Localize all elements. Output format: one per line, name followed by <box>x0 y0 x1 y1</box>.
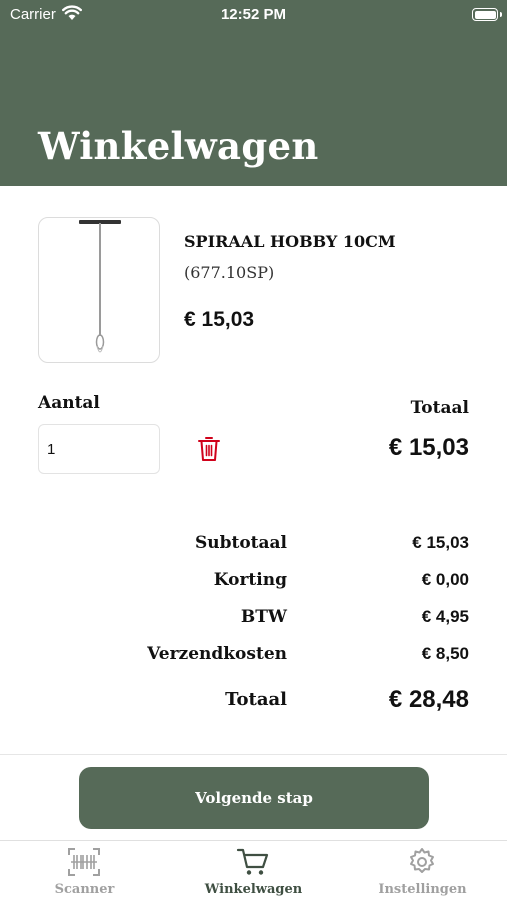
product-name: SPIRAAL HOBBY 10CM <box>184 232 396 251</box>
product-price: € 15,03 <box>184 308 255 331</box>
grand-total-value: € 28,48 <box>388 686 469 713</box>
summary-value: € 4,95 <box>421 607 469 626</box>
tab-scanner[interactable]: Scanner <box>0 841 169 900</box>
summary-label: Korting <box>213 570 287 590</box>
tab-label: Scanner <box>54 882 115 897</box>
tab-settings[interactable]: Instellingen <box>338 841 507 900</box>
footer-divider <box>0 754 507 755</box>
summary-value: € 8,50 <box>421 644 469 663</box>
tab-cart[interactable]: Winkelwagen <box>169 841 338 900</box>
tab-label: Instellingen <box>378 882 467 897</box>
summary-row-grand-total: Totaal € 28,48 <box>0 686 507 715</box>
summary-row-vat: BTW € 4,95 <box>0 607 507 633</box>
header: Carrier 12:52 PM Winkelwagen <box>0 0 507 186</box>
quantity-input[interactable] <box>38 424 160 474</box>
line-total-label: Totaal <box>410 398 469 418</box>
product-code: (677.10SP) <box>184 263 275 282</box>
next-step-button[interactable]: Volgende stap <box>79 767 429 829</box>
grand-total-label: Totaal <box>225 689 287 710</box>
summary-row-discount: Korting € 0,00 <box>0 570 507 596</box>
summary-row-subtotal: Subtotaal € 15,03 <box>0 533 507 559</box>
cart-icon <box>236 848 269 875</box>
page-title: Winkelwagen <box>38 124 319 168</box>
summary-row-shipping: Verzendkosten € 8,50 <box>0 644 507 670</box>
status-time: 12:52 PM <box>220 6 287 23</box>
tab-bar: Scanner Winkelwagen Instellingen <box>0 840 507 900</box>
product-image <box>38 217 160 363</box>
status-bar: Carrier 12:52 PM <box>0 0 507 30</box>
battery-icon <box>472 8 502 21</box>
summary-value: € 15,03 <box>412 533 469 552</box>
tab-label: Winkelwagen <box>204 882 303 897</box>
line-total-value: € 15,03 <box>388 434 469 461</box>
trash-icon[interactable] <box>197 436 221 462</box>
summary-value: € 0,00 <box>421 570 469 589</box>
gear-icon <box>410 848 434 873</box>
summary-label: Subtotaal <box>194 533 287 553</box>
spiral-product-illustration <box>79 220 121 353</box>
barcode-scanner-icon <box>68 848 100 876</box>
summary-label: Verzendkosten <box>147 644 287 664</box>
summary-label: BTW <box>240 607 287 627</box>
quantity-label: Aantal <box>38 393 100 413</box>
